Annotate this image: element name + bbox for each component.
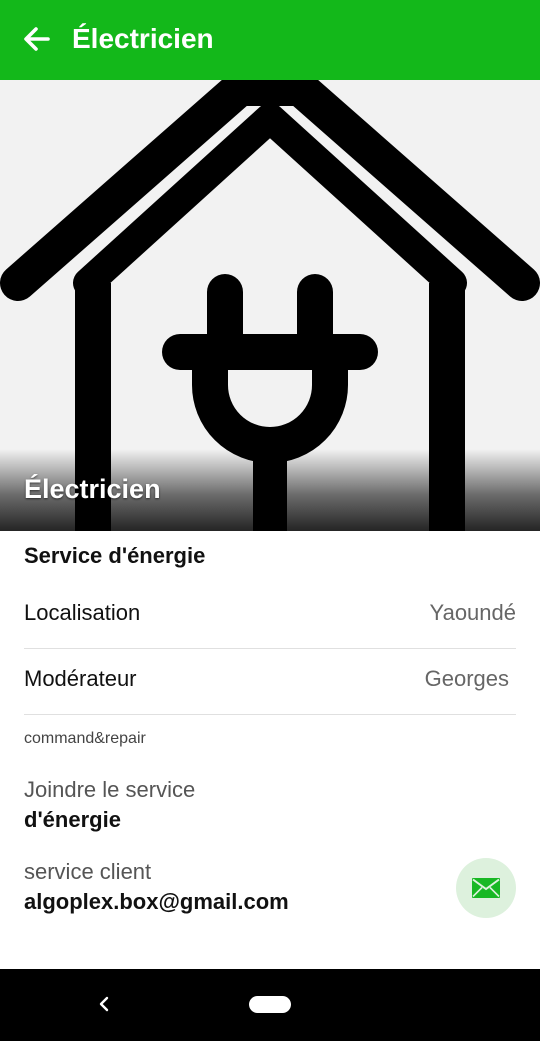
arrow-back-icon — [24, 27, 50, 51]
hero-image: Électricien — [0, 80, 540, 531]
client-email[interactable]: algoplex.box@gmail.com — [24, 889, 289, 915]
moderator-row: Modérateur Georges — [24, 648, 516, 715]
moderator-label: Modérateur — [24, 666, 137, 691]
app-bar: Électricien — [0, 0, 540, 80]
join-label: Joindre le service — [24, 777, 196, 802]
client-label: service client — [24, 859, 152, 884]
join-value: d'énergie — [24, 807, 121, 832]
service-tag: command&repair — [24, 730, 146, 747]
moderator-value: Georges — [424, 666, 509, 691]
mail-button[interactable] — [456, 858, 516, 918]
home-pill[interactable] — [249, 996, 291, 1013]
back-button[interactable] — [20, 22, 54, 56]
location-label: Localisation — [24, 600, 141, 625]
location-value: Yaoundé — [429, 600, 516, 625]
mail-icon — [472, 878, 500, 898]
nav-back-button[interactable] — [92, 992, 116, 1016]
nav-back-icon — [99, 996, 109, 1012]
location-row: Localisation Yaoundé — [24, 582, 516, 649]
page-title: Électricien — [72, 23, 214, 54]
hero-title: Électricien — [24, 474, 161, 504]
section-title: Service d'énergie — [24, 543, 206, 568]
